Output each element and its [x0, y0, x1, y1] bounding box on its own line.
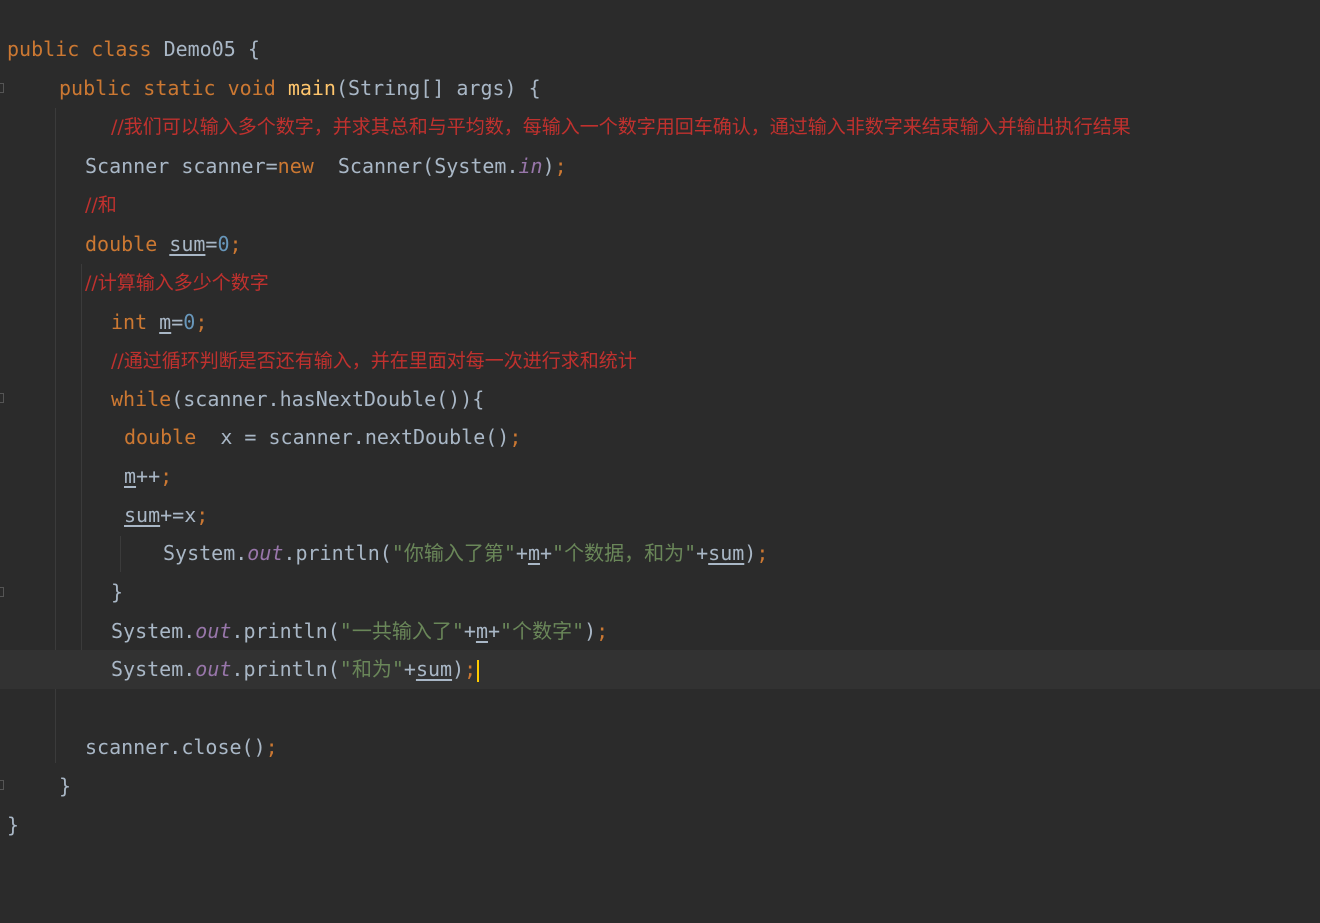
string-literal: "和为" — [339, 657, 404, 681]
code-line[interactable]: public class Demo05 { — [0, 30, 1320, 69]
code-line[interactable]: //计算输入多少个数字 — [0, 264, 1320, 303]
constructor-call: Scanner(System. — [313, 154, 519, 178]
code-line[interactable]: //通过循环判断是否还有输入，并在里面对每一次进行求和统计 — [0, 342, 1320, 381]
code-line[interactable]: System.out.println("一共输入了"+m+"个数字"); — [0, 612, 1320, 651]
keyword: double — [124, 425, 197, 449]
string-literal: "一共输入了" — [339, 619, 464, 643]
code-line[interactable]: Scanner scanner=new Scanner(System.in); — [0, 147, 1320, 186]
class-ref: System. — [163, 541, 248, 565]
type-decl: Scanner scanner= — [85, 154, 278, 178]
paren: ) — [584, 619, 597, 643]
variable: m — [159, 310, 172, 334]
code-line[interactable]: } — [0, 573, 1320, 612]
operator: ++ — [136, 464, 161, 488]
operator: + — [515, 541, 528, 565]
operator: + — [696, 541, 709, 565]
paren: ) — [542, 154, 555, 178]
code-line[interactable]: } — [0, 767, 1320, 806]
keyword: while — [111, 387, 172, 411]
semicolon: ; — [464, 657, 477, 681]
operator: = — [171, 310, 184, 334]
class-name: Demo05 — [163, 37, 236, 61]
variable: sum — [415, 657, 453, 681]
static-field: out — [247, 541, 284, 565]
statement: x = scanner.nextDouble() — [196, 425, 510, 449]
operator: +=x — [160, 503, 197, 527]
code-line[interactable]: while(scanner.hasNextDouble()){ — [0, 380, 1320, 419]
method-params: (String[] args) { — [335, 76, 541, 100]
keyword: static — [143, 76, 216, 100]
keyword: class — [91, 37, 152, 61]
paren: ) — [744, 541, 757, 565]
variable: sum — [124, 503, 161, 527]
method-call: .println( — [231, 619, 340, 643]
comment: //通过循环判断是否还有输入，并在里面对每一次进行求和统计 — [111, 350, 637, 372]
code-line[interactable]: System.out.println("你输入了第"+m+"个数据，和为"+su… — [0, 534, 1320, 573]
variable: sum — [708, 541, 745, 565]
variable: sum — [169, 232, 206, 256]
number: 0 — [217, 232, 230, 256]
brace: } — [7, 813, 20, 837]
operator: + — [403, 657, 416, 681]
keyword: void — [227, 76, 276, 100]
code-line[interactable]: double sum=0; — [0, 225, 1320, 264]
variable: m — [527, 541, 540, 565]
code-line[interactable]: public static void main(String[] args) { — [0, 69, 1320, 108]
semicolon: ; — [756, 541, 769, 565]
code-line[interactable]: } — [0, 806, 1320, 845]
code-line-current[interactable]: System.out.println("和为"+sum); — [0, 650, 1320, 689]
semicolon: ; — [229, 232, 242, 256]
semicolon: ; — [195, 310, 208, 334]
semicolon: ; — [554, 154, 567, 178]
operator: + — [539, 541, 553, 565]
class-ref: System. — [111, 619, 196, 643]
comment: //计算输入多少个数字 — [85, 272, 269, 294]
keyword: public — [59, 76, 132, 100]
method-call: .println( — [231, 657, 340, 681]
semicolon: ; — [160, 464, 173, 488]
brace: } — [111, 580, 124, 604]
statement: scanner.close() — [85, 735, 266, 759]
comment: //我们可以输入多个数字，并求其总和与平均数，每输入一个数字用回车确认，通过输入… — [111, 116, 1131, 138]
code-editor[interactable]: public class Demo05 { public static void… — [0, 0, 1320, 883]
keyword: double — [85, 232, 158, 256]
code-line[interactable]: int m=0; — [0, 303, 1320, 342]
semicolon: ; — [196, 503, 209, 527]
code-line[interactable]: //我们可以输入多个数字，并求其总和与平均数，每输入一个数字用回车确认，通过输入… — [0, 108, 1320, 147]
keyword: public — [7, 37, 80, 61]
variable: m — [475, 619, 488, 643]
code-line[interactable]: sum+=x; — [0, 496, 1320, 535]
semicolon: ; — [265, 735, 278, 759]
static-field: out — [195, 619, 232, 643]
static-field: in — [518, 154, 543, 178]
semicolon: ; — [509, 425, 522, 449]
code-line[interactable]: //和 — [0, 186, 1320, 225]
string-literal: "个数字" — [500, 619, 585, 643]
comment: //和 — [85, 194, 117, 216]
keyword: new — [277, 154, 314, 178]
semicolon: ; — [596, 619, 609, 643]
class-ref: System. — [111, 657, 196, 681]
brace: { — [247, 37, 260, 61]
static-field: out — [195, 657, 232, 681]
string-literal: "个数据，和为" — [552, 541, 697, 565]
string-literal: "你输入了第" — [391, 541, 516, 565]
method-name: main — [287, 76, 336, 100]
paren: ) — [452, 657, 465, 681]
method-call: .println( — [283, 541, 392, 565]
brace: } — [59, 774, 72, 798]
code-line[interactable]: double x = scanner.nextDouble(); — [0, 418, 1320, 457]
text-caret — [477, 659, 480, 682]
keyword: int — [111, 310, 148, 334]
code-line[interactable]: m++; — [0, 457, 1320, 496]
operator: = — [205, 232, 218, 256]
number: 0 — [183, 310, 196, 334]
operator: + — [487, 619, 501, 643]
code-line-empty[interactable] — [0, 689, 1320, 728]
while-condition: (scanner.hasNextDouble()){ — [171, 387, 485, 411]
variable: m — [124, 464, 137, 488]
operator: + — [463, 619, 476, 643]
code-line[interactable]: scanner.close(); — [0, 728, 1320, 767]
